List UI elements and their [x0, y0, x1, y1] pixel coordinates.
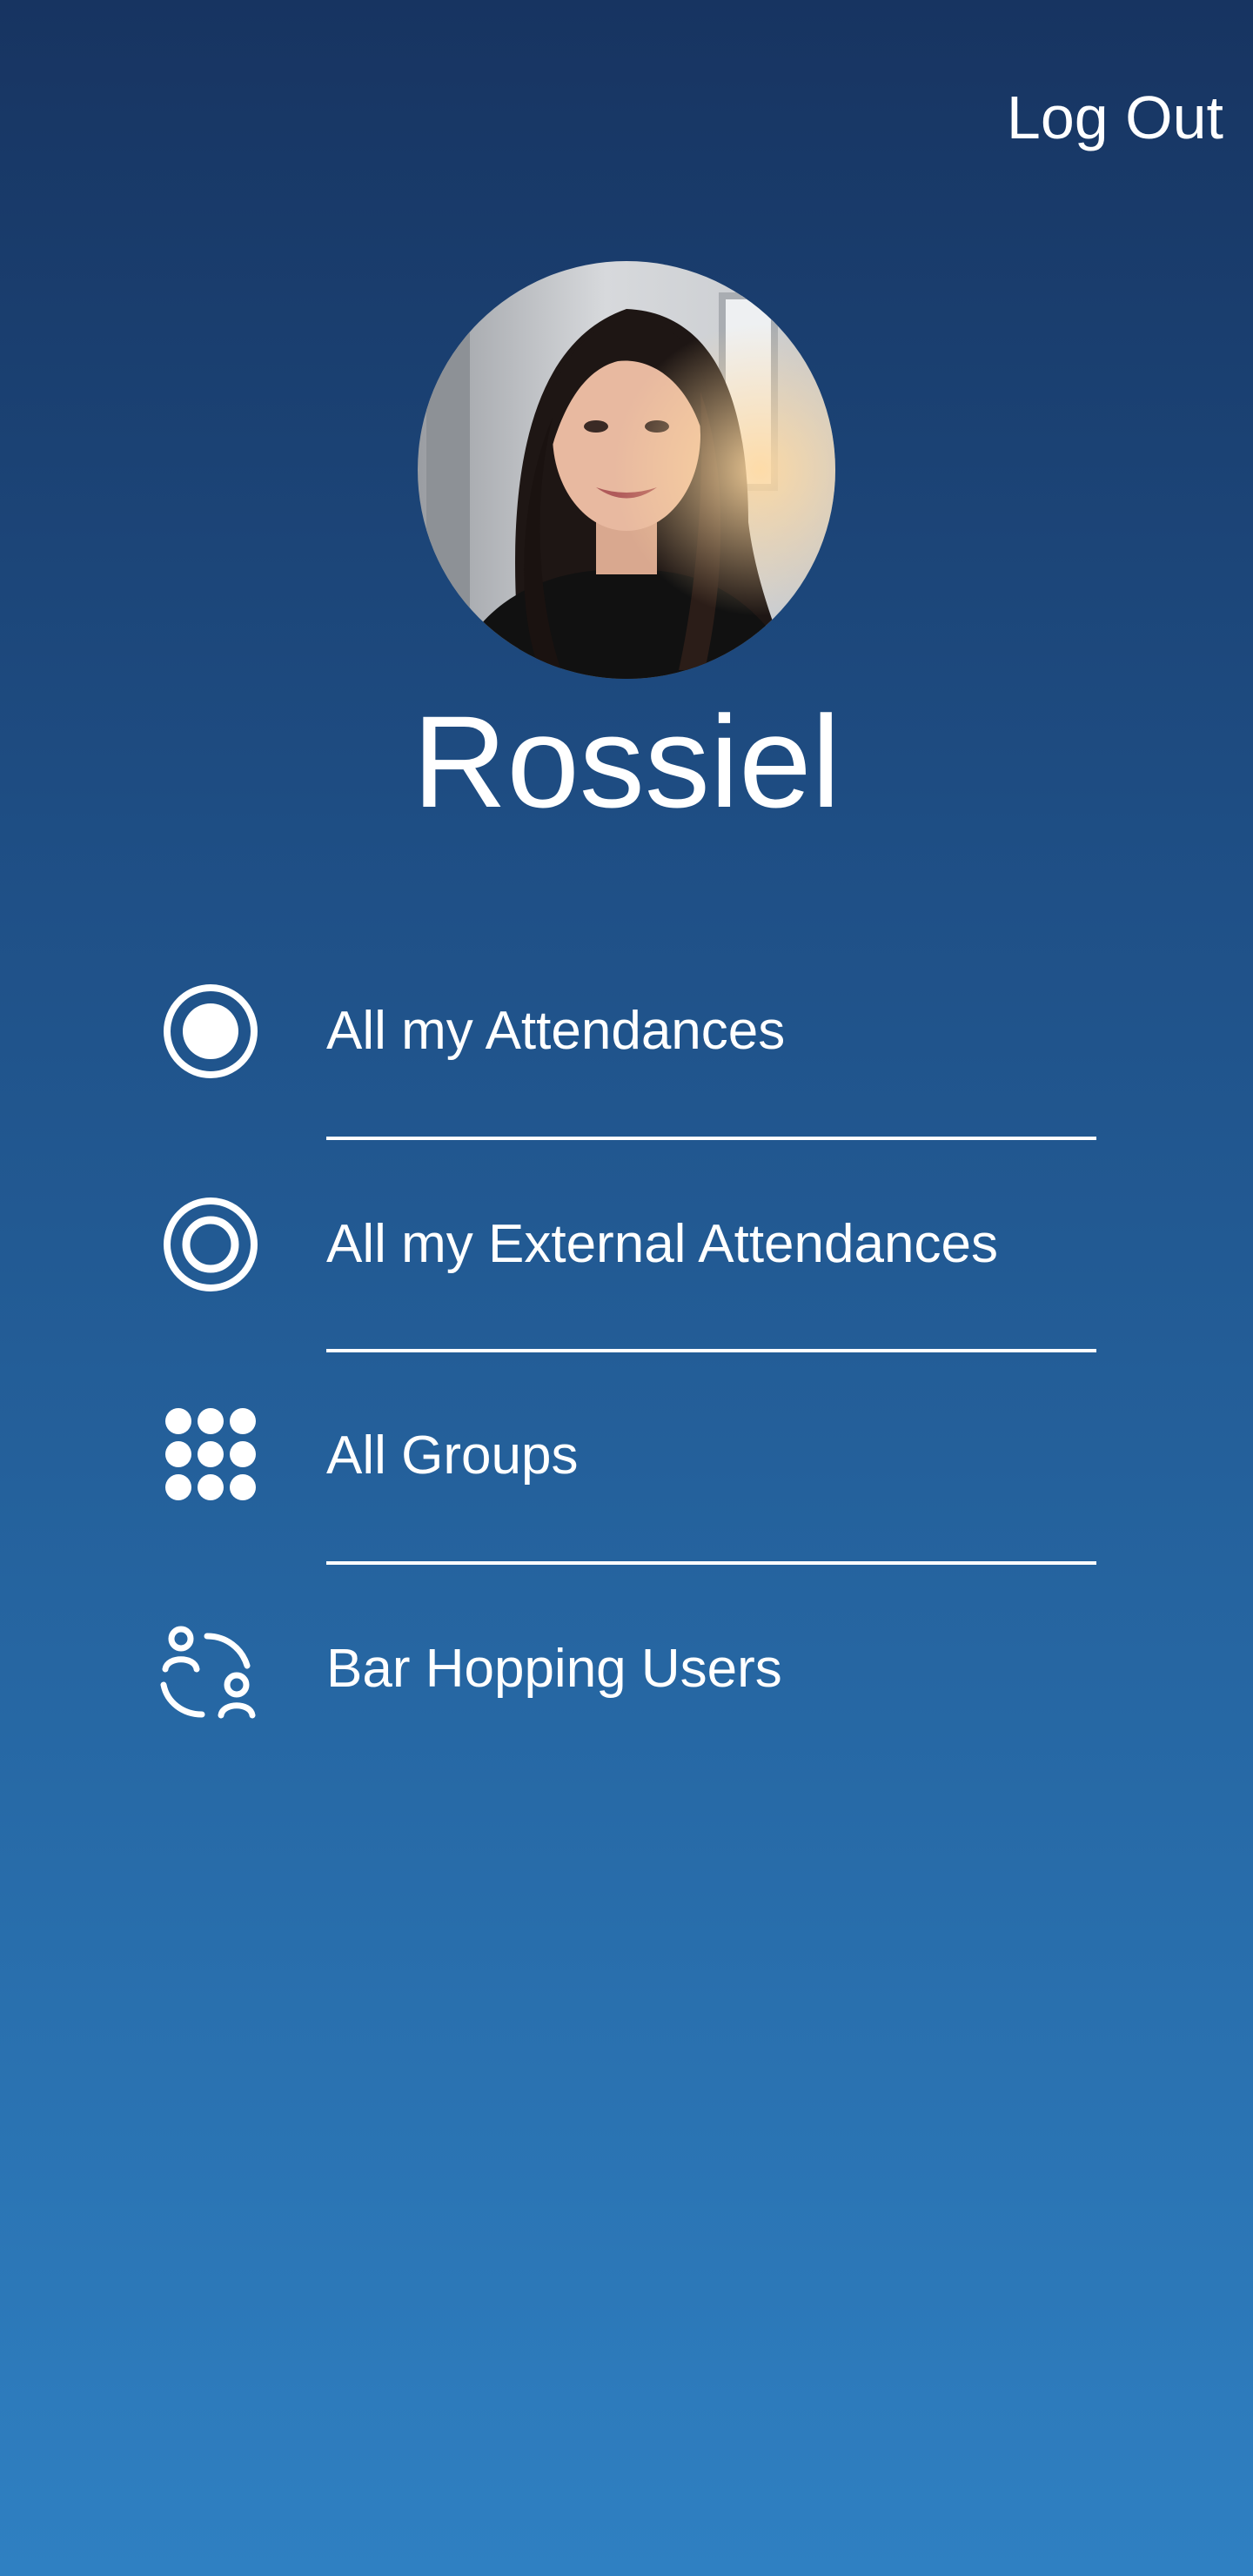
menu-item-external-attendances[interactable]: All my External Attendances	[157, 1179, 1096, 1310]
profile-photo	[418, 261, 835, 679]
logout-button[interactable]: Log Out	[1007, 87, 1223, 148]
menu-item-label: All Groups	[326, 1426, 579, 1486]
filled-circle-icon	[164, 984, 258, 1078]
menu-item-label: All my External Attendances	[326, 1214, 998, 1274]
profile-name: Rossiel	[412, 688, 841, 835]
menu-item-label: All my Attendances	[326, 1001, 786, 1061]
target-circle-icon	[164, 1197, 258, 1291]
menu-item-attendances[interactable]: All my Attendances	[157, 966, 1096, 1097]
user-switch-icon	[160, 1626, 256, 1719]
avatar	[418, 261, 835, 679]
menu-item-label: Bar Hopping Users	[326, 1639, 782, 1699]
menu-item-all-groups[interactable]: All Groups	[157, 1391, 1096, 1521]
menu-item-bar-hopping-users[interactable]: Bar Hopping Users	[157, 1604, 1096, 1734]
divider	[326, 1349, 1096, 1352]
divider	[326, 1137, 1096, 1140]
divider	[326, 1561, 1096, 1565]
dot-grid-icon	[165, 1408, 256, 1500]
